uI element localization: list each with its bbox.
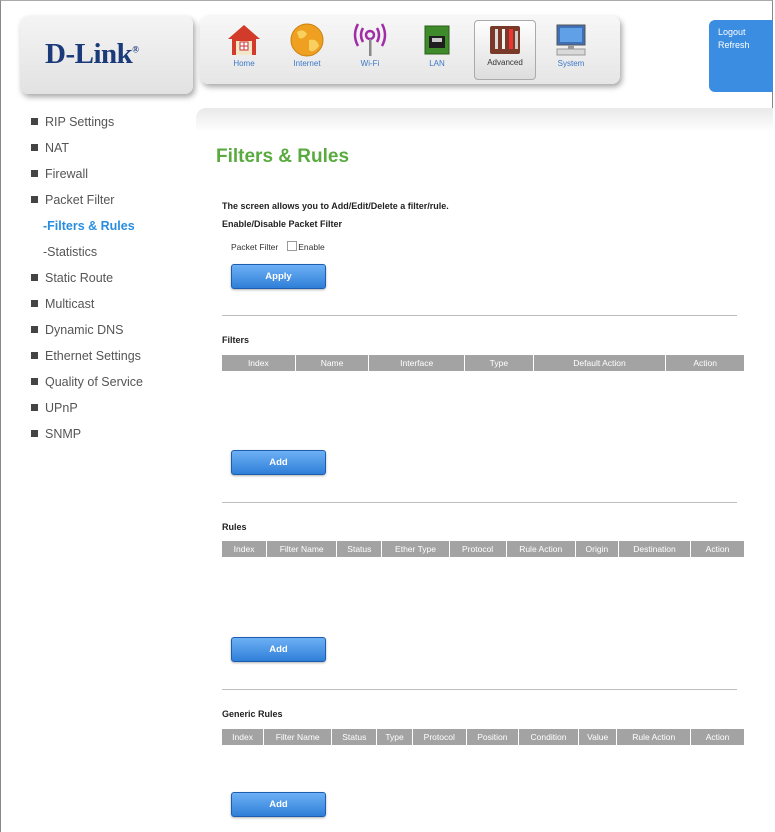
nav-system-label: System (557, 59, 585, 68)
col-header[interactable]: Index (222, 729, 264, 745)
tools-icon (490, 26, 520, 54)
page-description: The screen allows you to Add/Edit/Delete… (222, 201, 449, 211)
nav-home[interactable]: Home (214, 22, 274, 68)
bullet-icon (31, 170, 38, 177)
divider (222, 689, 737, 690)
col-header[interactable]: Index (222, 541, 267, 557)
col-header[interactable]: Protocol (411, 729, 467, 745)
rules-title: Rules (222, 522, 247, 532)
sidebar-item-quality-of-service[interactable]: Quality of Service (31, 374, 143, 400)
bullet-icon (31, 144, 38, 151)
bullet-icon (31, 118, 38, 125)
sidebar-item-upnp[interactable]: UPnP (31, 400, 143, 426)
table-header-row: Index Filter Name Status Type Protocol P… (222, 729, 744, 745)
filters-title: Filters (222, 335, 250, 345)
col-header[interactable]: Interface (368, 355, 465, 371)
bullet-icon (31, 352, 38, 359)
sidebar-item-multicast[interactable]: Multicast (31, 296, 143, 322)
generic-rules-add-button[interactable]: Add (231, 792, 326, 817)
col-header[interactable]: Type (376, 729, 413, 745)
refresh-link[interactable]: Refresh (718, 40, 773, 50)
col-header[interactable]: Name (294, 355, 369, 371)
sidebar-item-nat[interactable]: NAT (31, 140, 143, 166)
rules-add-button[interactable]: Add (231, 637, 326, 662)
nav-internet-label: Internet (293, 59, 321, 68)
col-header[interactable]: Destination (618, 541, 691, 557)
table-header-row: Index Name Interface Type Default Action… (222, 355, 744, 371)
sidebar-item-statistics[interactable]: -Statistics (31, 244, 143, 270)
nav-system[interactable]: System (541, 22, 601, 68)
col-header[interactable]: Condition (517, 729, 579, 745)
col-header[interactable]: Filter Name (263, 729, 332, 745)
nav-home-label: Home (233, 59, 255, 68)
bullet-icon (31, 196, 38, 203)
nav-lan-label: LAN (429, 59, 445, 68)
nav-wifi[interactable]: Wi-Fi (340, 22, 400, 68)
packet-filter-label: Packet Filter (231, 242, 279, 252)
col-header[interactable]: Type (464, 355, 534, 371)
session-box: Logout Refresh (709, 20, 773, 92)
logout-link[interactable]: Logout (718, 27, 773, 37)
sidebar-item-rip-settings[interactable]: RIP Settings (31, 114, 143, 140)
col-header[interactable]: Action (689, 541, 744, 557)
col-header[interactable]: Filter Name (266, 541, 337, 557)
enable-label: Enable (298, 242, 325, 252)
enable-checkbox[interactable] (287, 241, 298, 251)
nav-lan[interactable]: LAN (407, 22, 467, 68)
nav-advanced-label: Advanced (487, 58, 523, 67)
col-header[interactable]: Status (331, 729, 377, 745)
divider (222, 315, 737, 316)
nav-internet[interactable]: Internet (277, 22, 337, 68)
sidebar-item-packet-filter[interactable]: Packet Filter (31, 192, 143, 218)
globe-icon (290, 23, 324, 57)
sidebar-item-firewall[interactable]: Firewall (31, 166, 143, 192)
generic-rules-table: Index Filter Name Status Type Protocol P… (222, 729, 744, 745)
home-icon (228, 25, 260, 55)
sidebar-item-filters-rules[interactable]: -Filters & Rules (31, 218, 143, 244)
brand-logo[interactable]: D-Link® (45, 38, 139, 71)
page-title: Filters & Rules (216, 146, 350, 167)
col-header[interactable]: Action (690, 729, 744, 745)
col-header[interactable]: Status (336, 541, 382, 557)
col-header[interactable]: Rule Action (505, 541, 576, 557)
computer-icon (556, 24, 586, 56)
col-header[interactable]: Default Action (532, 355, 666, 371)
logo-panel: D-Link® (20, 16, 193, 94)
apply-button[interactable]: Apply (231, 264, 326, 289)
nav-advanced[interactable]: Advanced (474, 20, 536, 80)
filters-add-button[interactable]: Add (231, 450, 326, 475)
lan-port-icon (424, 25, 450, 55)
col-header[interactable]: Index (222, 355, 295, 371)
col-header[interactable]: Position (465, 729, 519, 745)
wifi-icon (353, 23, 387, 56)
bullet-icon (31, 300, 38, 307)
col-header[interactable]: Ether Type (381, 541, 450, 557)
bullet-icon (31, 378, 38, 385)
sidebar-item-dynamic-dns[interactable]: Dynamic DNS (31, 322, 143, 348)
generic-rules-title: Generic Rules (222, 709, 283, 719)
bullet-icon (31, 326, 38, 333)
sidebar-menu: RIP Settings NAT Firewall Packet Filter … (31, 114, 143, 452)
bullet-icon (31, 274, 38, 281)
sidebar-item-ethernet-settings[interactable]: Ethernet Settings (31, 348, 143, 374)
nav-wifi-label: Wi-Fi (360, 59, 380, 68)
filters-table: Index Name Interface Type Default Action… (222, 355, 744, 371)
col-header[interactable]: Origin (574, 541, 619, 557)
rules-table: Index Filter Name Status Ether Type Prot… (222, 541, 744, 557)
bullet-icon (31, 404, 38, 411)
col-header[interactable]: Value (577, 729, 617, 745)
sidebar-item-static-route[interactable]: Static Route (31, 270, 143, 296)
enable-heading: Enable/Disable Packet Filter (222, 219, 343, 229)
col-header[interactable]: Protocol (448, 541, 507, 557)
col-header[interactable]: Rule Action (616, 729, 691, 745)
divider (222, 502, 737, 503)
top-nav: Home Internet Wi-Fi LAN Advanced System (200, 16, 620, 84)
bullet-icon (31, 430, 38, 437)
col-header[interactable]: Action (665, 355, 744, 371)
sidebar-item-snmp[interactable]: SNMP (31, 426, 143, 452)
table-header-row: Index Filter Name Status Ether Type Prot… (222, 541, 744, 557)
packet-filter-row: Packet Filter Enable (231, 241, 325, 252)
